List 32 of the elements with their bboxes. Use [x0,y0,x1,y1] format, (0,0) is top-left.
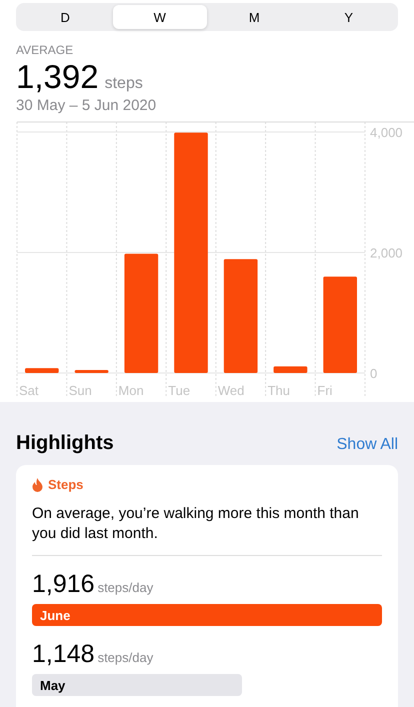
axis-category-label: Sat [19,383,39,398]
segment-tab[interactable]: W [112,5,207,29]
month-label: May [40,678,66,692]
month-label: June [40,608,70,622]
bar [74,370,108,373]
category-label: Steps [48,477,84,492]
axis-category-label: Tue [168,383,190,398]
axis-tick-label: 0 [370,366,378,381]
axis-category-label: Wed [218,383,244,398]
highlight-text: On average, you’re walking more this month than you did last month. [32,504,360,544]
axis-tick-label: 4,000 [370,125,403,140]
segment-tab[interactable]: Y [302,5,396,29]
average-label: AVERAGE [16,43,74,57]
unit-label: steps/day [98,650,154,665]
axis-tick-label: 2,000 [370,246,403,260]
show-all-link[interactable]: Show All [336,436,398,454]
segment-tab[interactable]: M [207,5,302,29]
bar [274,366,308,373]
segment-tab[interactable]: D [18,5,112,29]
axis-category-label: Sun [68,383,92,398]
date-range: 30 May – 5 Jun 2020 [16,97,158,114]
axis-category-label: Thu [268,383,290,398]
bar [25,368,59,373]
axis-category-label: Fri [317,383,332,398]
axis-category-label: Mon [118,383,144,398]
comparison-value: 1,148 [32,640,95,669]
unit-label: steps [104,75,143,93]
average-value: 1,392 [16,59,99,95]
unit-label: steps/day [98,580,154,595]
section-title: Highlights [16,432,114,455]
flame-icon [32,478,43,492]
comparison-value: 1,916 [32,570,95,599]
